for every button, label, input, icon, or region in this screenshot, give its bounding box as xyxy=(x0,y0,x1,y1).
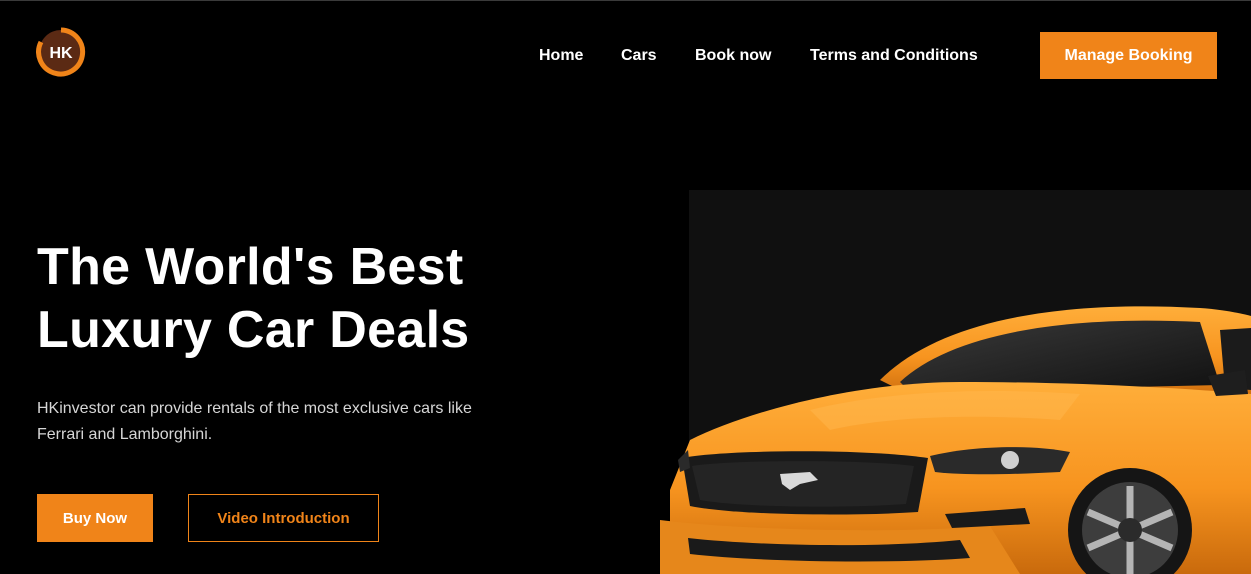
car-icon xyxy=(660,306,1251,574)
video-introduction-button[interactable]: Video Introduction xyxy=(188,494,379,542)
nav-terms-link[interactable]: Terms and Conditions xyxy=(810,46,978,66)
hero-title-line-2: Luxury Car Deals xyxy=(37,301,470,359)
manage-booking-button[interactable]: Manage Booking xyxy=(1040,32,1217,79)
top-divider xyxy=(0,0,1251,1)
hero-title-line-1: The World's Best xyxy=(37,238,464,296)
hero-description: HKinvestor can provide rentals of the mo… xyxy=(37,400,472,443)
nav-home-link[interactable]: Home xyxy=(539,46,583,66)
buy-now-button[interactable]: Buy Now xyxy=(37,494,153,542)
nav-book-now-link[interactable]: Book now xyxy=(695,46,771,66)
hero-title: The World's Best Luxury Car Deals xyxy=(37,236,597,362)
nav-cars-link[interactable]: Cars xyxy=(621,46,657,66)
hero-car-image xyxy=(660,290,1251,574)
